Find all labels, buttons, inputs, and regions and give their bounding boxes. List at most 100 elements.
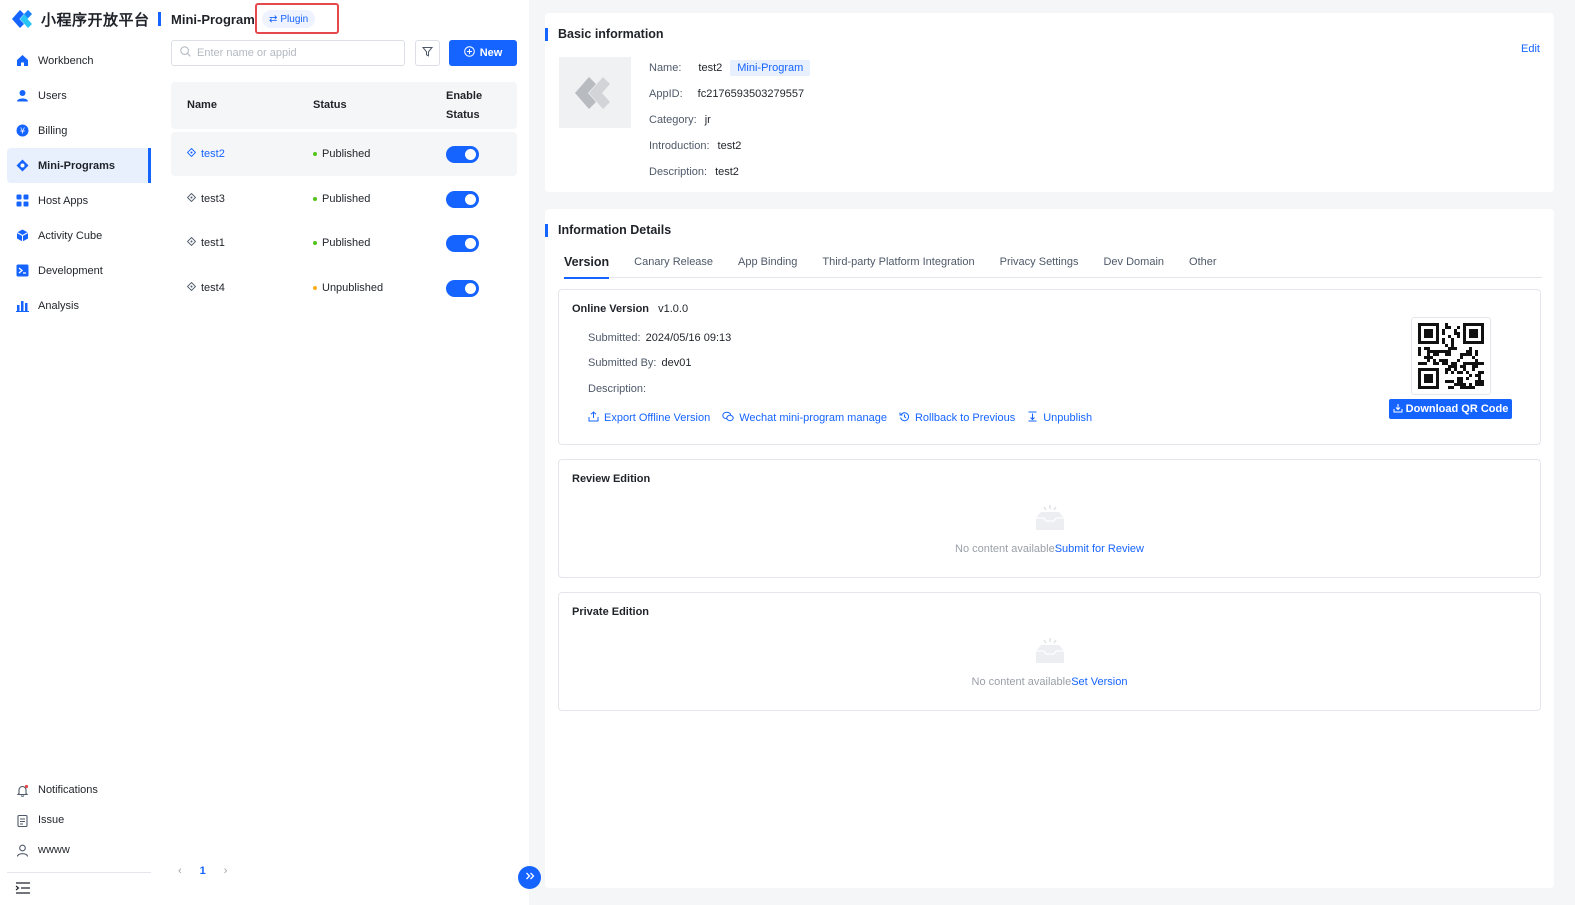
rollback-label: Rollback to Previous	[914, 412, 1016, 424]
next-page-button[interactable]: ›	[224, 865, 228, 877]
sidebar-item-label: Activity Cube	[38, 229, 103, 242]
unpublish-label: Unpublish	[1043, 412, 1093, 424]
expand-panel-button[interactable]	[518, 866, 541, 889]
sidebar-item-mini-programs[interactable]: Mini-Programs	[7, 148, 151, 183]
download-qr-button[interactable]: Download QR Code	[1389, 399, 1512, 419]
table-row[interactable]: test2 Published	[171, 132, 517, 176]
new-button[interactable]: New	[449, 40, 517, 66]
empty-inbox-icon	[1033, 504, 1067, 535]
submitted-by-row: Submitted By: dev01	[588, 357, 691, 369]
appid-label: AppID:	[649, 88, 683, 100]
sidebar-item-billing[interactable]: ¥ Billing	[7, 113, 151, 148]
enable-toggle[interactable]	[446, 190, 479, 208]
table-row[interactable]: test3 Published	[171, 177, 517, 221]
set-version-link[interactable]: Set Version	[1071, 676, 1127, 688]
status-dot	[313, 241, 317, 245]
prev-page-button[interactable]: ‹	[178, 865, 182, 877]
submitted-row: Submitted: 2024/05/16 09:13	[588, 332, 731, 344]
sidebar-item-label: Host Apps	[38, 194, 89, 207]
rollback-icon	[899, 411, 910, 425]
sidebar-item-label: Mini-Programs	[38, 159, 116, 172]
sidebar-item-activity-cube[interactable]: Activity Cube	[7, 218, 151, 253]
appid-value: fc2176593503279557	[697, 88, 805, 100]
row-name[interactable]: test3	[201, 193, 225, 205]
unpublish-button[interactable]: Unpublish	[1027, 411, 1092, 425]
row-name[interactable]: test1	[201, 237, 225, 249]
current-page[interactable]: 1	[200, 865, 206, 877]
sidebar-item-development[interactable]: Development	[7, 253, 151, 288]
tab-canary-release[interactable]: Canary Release	[634, 245, 713, 278]
row-name-cell: test3	[186, 177, 225, 221]
basic-info-header: Basic information	[545, 27, 664, 41]
mini-program-list-panel: Mini-Program ⇄ Plugin New Name Status En…	[158, 0, 529, 905]
sidebar-item-notifications[interactable]: Notifications	[7, 775, 151, 805]
column-header-enable-line1: Enable	[446, 89, 483, 102]
tab-other[interactable]: Other	[1189, 245, 1217, 278]
sidebar-item-workbench[interactable]: Workbench	[7, 43, 151, 78]
sidebar-item-analysis[interactable]: Analysis	[7, 288, 151, 323]
column-header-name[interactable]: Name	[187, 82, 217, 129]
row-name[interactable]: test2	[201, 148, 225, 160]
edit-link[interactable]: Edit	[1521, 43, 1540, 55]
enable-toggle[interactable]	[446, 279, 479, 297]
bar-chart-icon	[16, 299, 29, 312]
review-edition-card: Review Edition No content availableSubmi…	[558, 459, 1541, 578]
search-box	[171, 40, 405, 66]
sidebar-item-issue[interactable]: Issue	[7, 805, 151, 835]
billing-icon: ¥	[16, 124, 29, 137]
info-row-introduction: Introduction: test2	[649, 133, 810, 159]
submit-for-review-link[interactable]: Submit for Review	[1055, 543, 1144, 555]
sidebar-item-host-apps[interactable]: Host Apps	[7, 183, 151, 218]
sidebar-item-users[interactable]: Users	[7, 78, 151, 113]
mini-program-icon	[16, 159, 29, 172]
details-header: Information Details	[545, 223, 671, 237]
brand-logo[interactable]: 小程序开放平台	[10, 8, 150, 30]
export-offline-version-label: Export Offline Version	[604, 412, 711, 424]
tab-privacy-settings[interactable]: Privacy Settings	[1000, 245, 1079, 278]
collapse-menu-icon[interactable]	[15, 881, 31, 895]
tab-version[interactable]: Version	[564, 245, 610, 279]
mini-program-icon	[186, 236, 197, 249]
status-dot	[313, 197, 317, 201]
brand-title: 小程序开放平台	[41, 11, 150, 29]
download-qr-label: Download QR Code	[1405, 403, 1509, 415]
sidebar-item-account[interactable]: wwww	[7, 835, 151, 865]
basic-info-card: Basic information Edit Name: test2 Mini-…	[545, 13, 1554, 192]
row-status: Published	[322, 193, 371, 205]
tab-third-party-integration[interactable]: Third-party Platform Integration	[822, 245, 974, 278]
name-label: Name:	[649, 62, 682, 74]
review-edition-title: Review Edition	[572, 473, 651, 485]
row-status-cell: Unpublished	[313, 266, 383, 310]
column-header-enable-status[interactable]: Enable Status	[446, 82, 482, 129]
column-header-status[interactable]: Status	[313, 82, 347, 129]
tab-app-binding[interactable]: App Binding	[738, 245, 797, 278]
submitted-value: 2024/05/16 09:13	[645, 332, 732, 344]
plugin-switch-button[interactable]: ⇄ Plugin	[262, 10, 316, 28]
wechat-icon	[722, 411, 734, 425]
tab-dev-domain[interactable]: Dev Domain	[1103, 245, 1164, 278]
info-row-appid: AppID: fc2176593503279557	[649, 81, 810, 107]
table-row[interactable]: test1 Published	[171, 221, 517, 265]
rollback-button[interactable]: Rollback to Previous	[899, 411, 1015, 425]
search-icon	[180, 46, 191, 60]
details-title: Information Details	[558, 223, 672, 237]
export-offline-version-button[interactable]: Export Offline Version	[588, 411, 710, 425]
enable-toggle[interactable]	[446, 145, 479, 163]
qr-code-image	[1418, 323, 1484, 389]
private-empty-text: No content available	[971, 676, 1072, 688]
wechat-manage-button[interactable]: Wechat mini-program manage	[722, 411, 887, 425]
home-icon	[16, 54, 29, 67]
enable-toggle[interactable]	[446, 234, 479, 252]
category-label: Category:	[649, 114, 697, 126]
filter-button[interactable]	[415, 40, 440, 66]
table-row[interactable]: test4 Unpublished	[171, 266, 517, 310]
new-button-label: New	[479, 47, 503, 59]
grid-icon	[16, 194, 29, 207]
search-input[interactable]	[197, 47, 387, 59]
unpublish-icon	[1027, 411, 1038, 425]
wechat-manage-label: Wechat mini-program manage	[739, 412, 887, 424]
sidebar-item-label: Users	[38, 89, 67, 102]
introduction-label: Introduction:	[649, 140, 710, 152]
row-name[interactable]: test4	[201, 282, 225, 294]
svg-text:¥: ¥	[20, 127, 25, 136]
